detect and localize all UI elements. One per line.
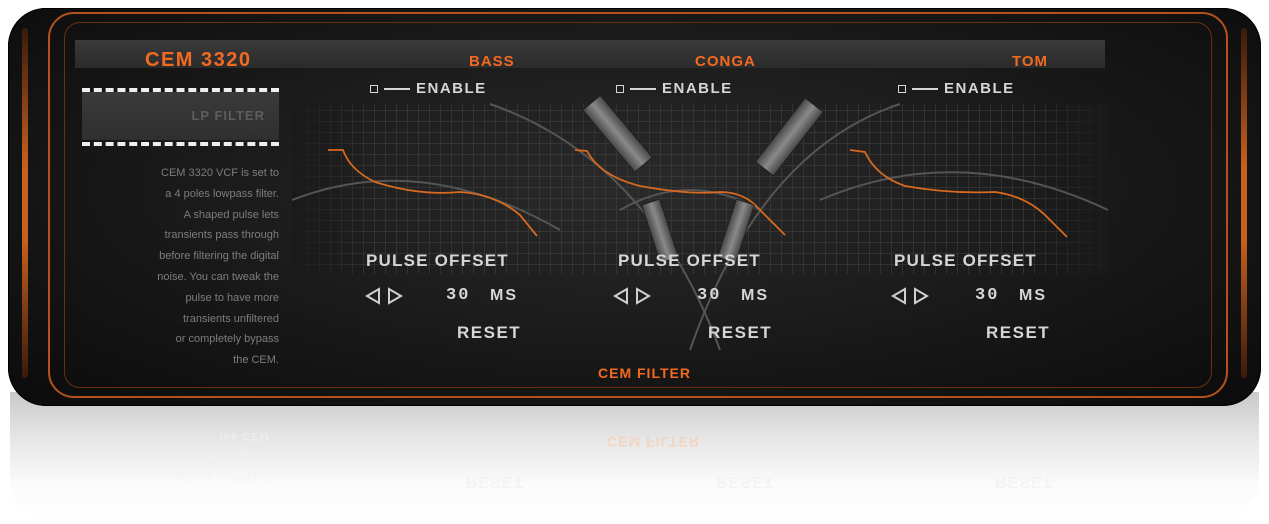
panel-reflection: CEM FILTER RESET RESET RESET the CEM. or… [10, 392, 1259, 524]
enable-label: ENABLE [944, 80, 1015, 97]
left-triangle-icon[interactable] [364, 286, 382, 306]
reflection-reset: RESET [995, 473, 1054, 490]
toggle-line [912, 87, 938, 90]
enable-label: ENABLE [416, 80, 487, 97]
section-footer-label: CEM FILTER [598, 365, 691, 381]
reset-button-conga[interactable]: RESET [708, 323, 772, 343]
right-triangle-icon[interactable] [386, 286, 404, 306]
left-triangle-icon[interactable] [612, 286, 630, 306]
left-triangle-icon[interactable] [890, 286, 908, 306]
pulse-offset-label-conga: PULSE OFFSET [618, 251, 761, 270]
checkbox-icon[interactable] [898, 84, 906, 93]
filter-response-display [291, 103, 1109, 351]
pulse-offset-label-tom: PULSE OFFSET [894, 251, 1037, 270]
right-triangle-icon[interactable] [634, 286, 652, 306]
enable-toggle-conga[interactable]: ENABLE [616, 80, 733, 97]
pulse-offset-unit-conga: MS [741, 287, 769, 304]
reset-button-bass[interactable]: RESET [457, 323, 521, 343]
right-triangle-icon[interactable] [912, 286, 930, 306]
enable-toggle-bass[interactable]: ENABLE [370, 80, 487, 97]
reset-button-tom[interactable]: RESET [986, 323, 1050, 343]
pulse-offset-value-conga: 30 [697, 286, 722, 305]
toggle-line [384, 87, 410, 90]
toggle-line [630, 87, 656, 90]
reflection-desc: the CEM. [220, 430, 274, 442]
reflection-reset: RESET [716, 473, 775, 490]
reflection-reset: RESET [466, 473, 525, 490]
reflection-footer: CEM FILTER [607, 434, 700, 450]
pulse-offset-value-tom: 30 [975, 286, 1000, 305]
pulse-stepper-tom[interactable] [890, 286, 930, 306]
pulse-offset-unit-tom: MS [1019, 287, 1047, 304]
enable-toggle-tom[interactable]: ENABLE [898, 80, 1015, 97]
reflection-desc: or completely bypass [150, 450, 274, 462]
pulse-offset-unit-bass: MS [490, 287, 518, 304]
reflection-desc: transients unfiltered [156, 470, 273, 482]
checkbox-icon[interactable] [370, 84, 378, 93]
checkbox-icon[interactable] [616, 84, 624, 93]
grid-fade [292, 104, 1108, 274]
enable-label: ENABLE [662, 80, 733, 97]
pulse-offset-value-bass: 30 [446, 286, 471, 305]
pulse-stepper-bass[interactable] [364, 286, 404, 306]
pulse-stepper-conga[interactable] [612, 286, 652, 306]
pulse-offset-label-bass: PULSE OFFSET [366, 251, 509, 270]
